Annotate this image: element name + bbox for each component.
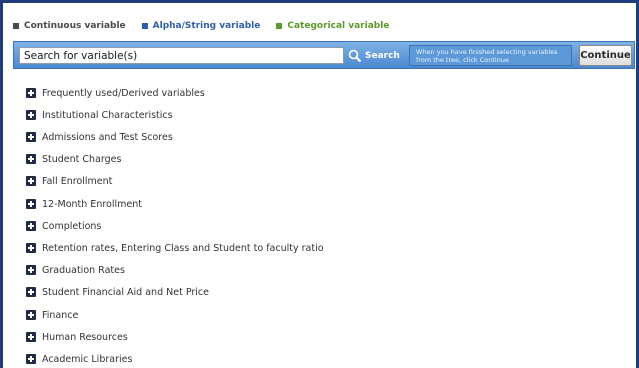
expand-plus-icon[interactable] <box>26 199 36 209</box>
search-toolbar: Search When you have finished selecting … <box>13 41 635 69</box>
legend-label-continuous: Continuous variable <box>24 21 126 31</box>
alpha-string-swatch-icon <box>141 23 148 29</box>
tree-item-admissions[interactable]: Admissions and Test Scores <box>26 129 173 145</box>
search-button-label: Search <box>365 50 400 61</box>
expand-plus-icon[interactable] <box>26 332 36 342</box>
tree-item-label: Completions <box>42 220 102 232</box>
legend-item-alpha-string: Alpha/String variable <box>141 21 261 31</box>
tree-item-graduation-rates[interactable]: Graduation Rates <box>26 262 125 278</box>
tree-item-completions[interactable]: Completions <box>26 218 101 234</box>
tree-item-label: Fall Enrollment <box>42 175 113 187</box>
variable-type-legend: Continuous variable Alpha/String variabl… <box>13 16 389 36</box>
tree-item-finance[interactable]: Finance <box>26 307 78 323</box>
legend-label-categorical: Categorical variable <box>287 21 390 31</box>
tree-item-frequently-used[interactable]: Frequently used/Derived variables <box>26 85 205 101</box>
tree-item-label: Human Resources <box>42 331 128 343</box>
tree-item-label: Academic Libraries <box>42 353 133 365</box>
expand-plus-icon[interactable] <box>26 176 36 186</box>
continue-hint: When you have finished selecting variabl… <box>409 45 572 66</box>
variable-selector-panel: Continuous variable Alpha/String variabl… <box>0 0 639 368</box>
search-icon <box>348 49 362 62</box>
tree-item-label: Student Financial Aid and Net Price <box>42 286 209 298</box>
search-button[interactable]: Search <box>348 46 400 65</box>
tree-item-label: 12-Month Enrollment <box>42 198 142 210</box>
tree-item-label: Student Charges <box>42 153 122 165</box>
tree-item-label: Admissions and Test Scores <box>42 131 173 143</box>
tree-item-label: Retention rates, Entering Class and Stud… <box>42 242 324 254</box>
legend-label-alpha-string: Alpha/String variable <box>152 21 261 31</box>
tree-item-human-resources[interactable]: Human Resources <box>26 329 128 345</box>
categorical-swatch-icon <box>276 23 283 29</box>
expand-plus-icon[interactable] <box>26 154 36 164</box>
tree-item-12-month-enrollment[interactable]: 12-Month Enrollment <box>26 196 142 212</box>
tree-item-label: Graduation Rates <box>42 264 125 276</box>
tree-item-label: Institutional Characteristics <box>42 109 173 121</box>
tree-item-label: Finance <box>42 309 79 321</box>
search-input[interactable] <box>19 47 344 64</box>
continuous-swatch-icon <box>13 23 19 29</box>
expand-plus-icon[interactable] <box>26 287 36 297</box>
expand-plus-icon[interactable] <box>26 310 36 320</box>
legend-item-categorical: Categorical variable <box>276 21 389 31</box>
expand-plus-icon[interactable] <box>26 354 36 364</box>
tree-item-institutional-characteristics[interactable]: Institutional Characteristics <box>26 107 173 123</box>
tree-item-fall-enrollment[interactable]: Fall Enrollment <box>26 173 112 189</box>
legend-item-continuous: Continuous variable <box>13 21 126 31</box>
expand-plus-icon[interactable] <box>26 132 36 142</box>
expand-plus-icon[interactable] <box>26 110 36 120</box>
tree-item-academic-libraries[interactable]: Academic Libraries <box>26 351 132 367</box>
expand-plus-icon[interactable] <box>26 265 36 275</box>
tree-item-student-charges[interactable]: Student Charges <box>26 151 121 167</box>
expand-plus-icon[interactable] <box>26 221 36 231</box>
expand-plus-icon[interactable] <box>26 243 36 253</box>
expand-plus-icon[interactable] <box>26 88 36 98</box>
continue-button[interactable]: Continue <box>579 45 632 66</box>
tree-item-student-financial-aid[interactable]: Student Financial Aid and Net Price <box>26 284 209 300</box>
tree-item-retention-rates[interactable]: Retention rates, Entering Class and Stud… <box>26 240 324 256</box>
tree-item-label: Frequently used/Derived variables <box>42 87 205 99</box>
